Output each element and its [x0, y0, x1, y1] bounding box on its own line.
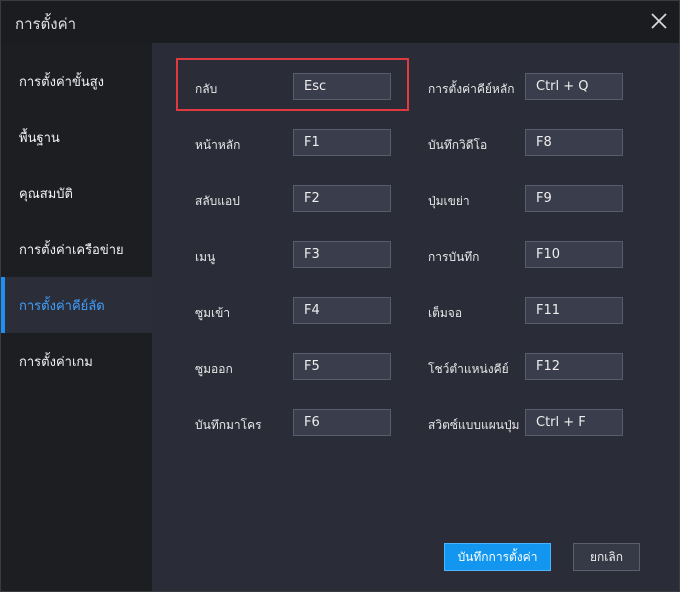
sidebar-item-network[interactable]: การตั้งค่าเครือข่าย — [1, 221, 152, 277]
shortcut-key-home[interactable]: F1 — [293, 129, 391, 156]
window-title: การตั้งค่า — [15, 15, 77, 33]
shortcut-label-zoom-in: ซูมเข้า — [195, 306, 231, 320]
shortcut-key-record-macro[interactable]: F6 — [293, 409, 391, 436]
shortcut-label-keymap-settings: การตั้งค่าคีย์หลัก — [428, 82, 515, 96]
shortcut-key-switch-keymap-scheme[interactable]: Ctrl + F — [525, 409, 623, 436]
sidebar-item-basic[interactable]: พื้นฐาน — [1, 109, 152, 165]
shortcut-settings-panel: กลับ Esc หน้าหลัก F1 สลับแอป F2 เมนู F3 … — [152, 43, 679, 591]
shortcut-key-shake[interactable]: F9 — [525, 185, 623, 212]
shortcut-label-back: กลับ — [195, 82, 218, 96]
sidebar-item-label: พื้นฐาน — [19, 130, 60, 146]
shortcut-label-shake: ปุ่มเขย่า — [428, 194, 470, 208]
shortcut-label-menu: เมนู — [195, 250, 216, 264]
settings-window: การตั้งค่า การตั้งค่าขั้นสูง พื้นฐาน คุณ… — [0, 0, 680, 592]
sidebar-item-properties[interactable]: คุณสมบัติ — [1, 165, 152, 221]
sidebar-item-label: คุณสมบัติ — [19, 186, 73, 202]
shortcut-key-menu[interactable]: F3 — [293, 241, 391, 268]
shortcut-key-zoom-out[interactable]: F5 — [293, 353, 391, 380]
shortcut-key-back[interactable]: Esc — [293, 73, 391, 100]
sidebar-item-label: การตั้งค่าเกม — [19, 354, 93, 370]
settings-sidebar: การตั้งค่าขั้นสูง พื้นฐาน คุณสมบัติ การต… — [1, 43, 152, 591]
shortcut-label-fullscreen: เต็มจอ — [428, 306, 463, 320]
sidebar-item-game[interactable]: การตั้งค่าเกม — [1, 333, 152, 389]
shortcut-label-home: หน้าหลัก — [195, 138, 241, 152]
title-bar: การตั้งค่า — [1, 1, 679, 43]
shortcut-label-switch-keymap-scheme: สวิตซ์แบบแผนปุ่ม — [428, 418, 520, 432]
sidebar-item-advanced[interactable]: การตั้งค่าขั้นสูง — [1, 53, 152, 109]
shortcut-key-switch-app[interactable]: F2 — [293, 185, 391, 212]
shortcut-key-fullscreen[interactable]: F11 — [525, 297, 623, 324]
shortcut-label-record-video: บันทึกวิดีโอ — [428, 138, 488, 152]
shortcut-label-switch-app: สลับแอป — [195, 194, 240, 208]
sidebar-item-label: การตั้งค่าเครือข่าย — [19, 242, 124, 258]
shortcut-label-show-key-positions: โชว์ตำแหน่งคีย์ — [428, 362, 509, 376]
shortcut-label-recording: การบันทึก — [428, 250, 480, 264]
shortcut-label-zoom-out: ซูมออก — [195, 362, 233, 376]
shortcut-key-record-video[interactable]: F8 — [525, 129, 623, 156]
close-icon — [651, 13, 667, 29]
shortcut-key-show-key-positions[interactable]: F12 — [525, 353, 623, 380]
sidebar-item-label: การตั้งค่าคีย์ลัด — [19, 298, 105, 314]
shortcut-label-record-macro: บันทึกมาโคร — [195, 418, 262, 432]
sidebar-item-label: การตั้งค่าขั้นสูง — [19, 74, 104, 90]
close-button[interactable] — [647, 9, 671, 33]
sidebar-item-shortcuts[interactable]: การตั้งค่าคีย์ลัด — [1, 277, 152, 333]
shortcut-key-zoom-in[interactable]: F4 — [293, 297, 391, 324]
cancel-button[interactable]: ยกเลิก — [573, 543, 640, 571]
shortcut-key-recording[interactable]: F10 — [525, 241, 623, 268]
save-settings-button[interactable]: บันทึกการตั้งค่า — [444, 543, 551, 571]
shortcut-key-keymap-settings[interactable]: Ctrl + Q — [525, 73, 623, 100]
